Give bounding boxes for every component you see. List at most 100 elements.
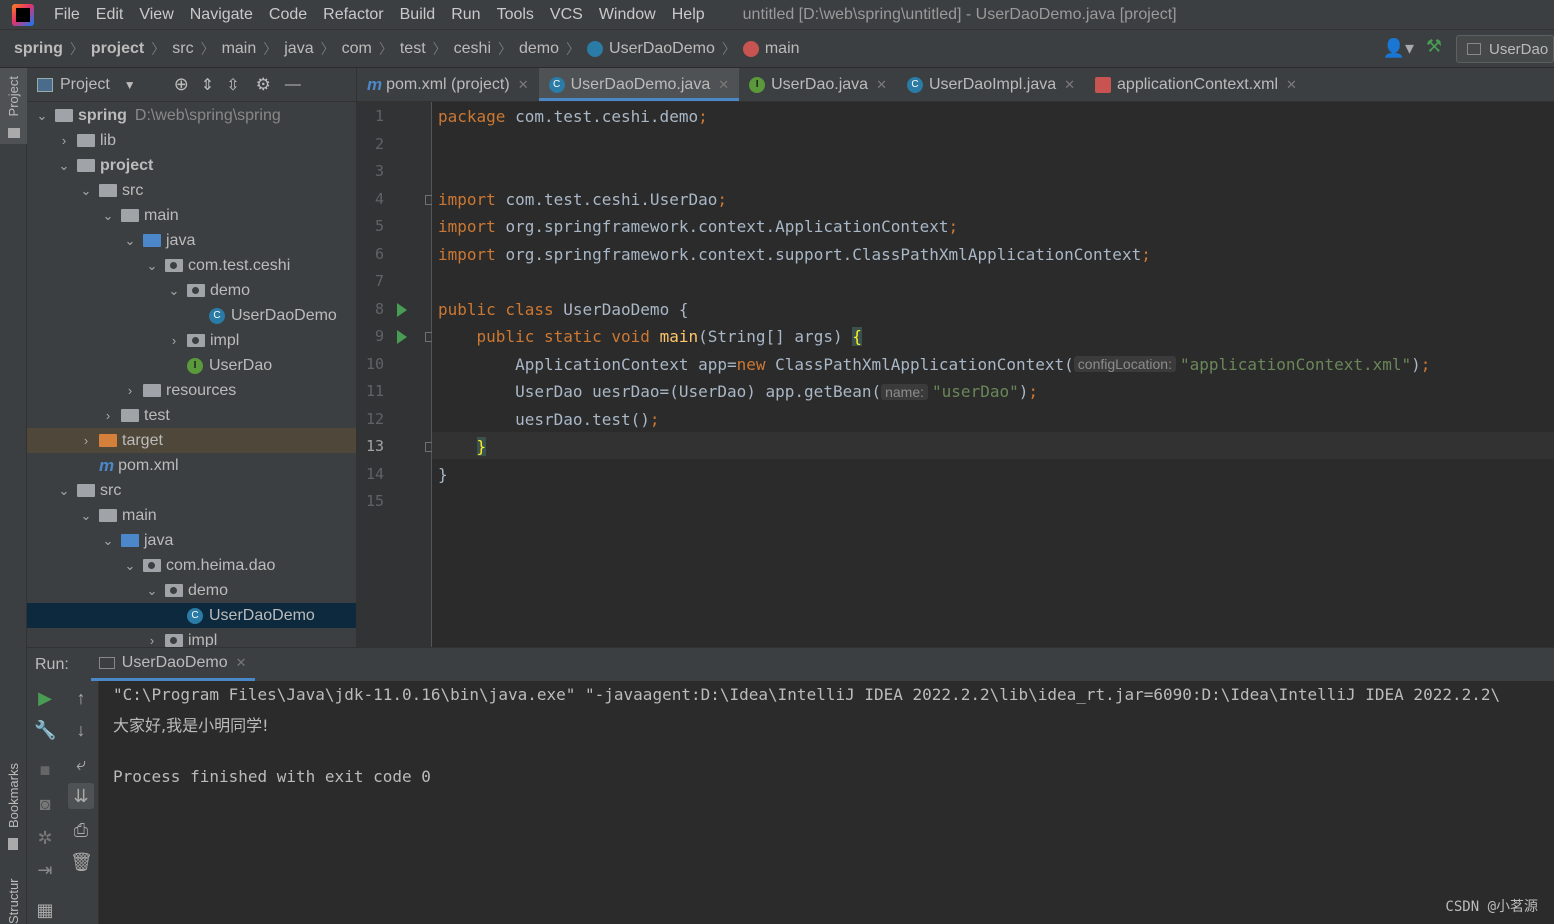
tree-item[interactable]: › target [27, 428, 356, 453]
tree-item[interactable]: I UserDao [27, 353, 356, 378]
chevron-down-icon[interactable]: ⌄ [123, 233, 137, 249]
chevron-down-icon[interactable]: ⌄ [35, 108, 49, 124]
chevron-down-icon[interactable]: ⌄ [123, 558, 137, 574]
menu-vcs[interactable]: VCS [550, 6, 583, 24]
breadcrumb-item[interactable]: src [172, 40, 193, 58]
breadcrumb-item[interactable]: UserDaoDemo [587, 40, 715, 58]
tree-item[interactable]: ⌄ main [27, 203, 356, 228]
tree-item[interactable]: › resources [27, 378, 356, 403]
structure-tool-button[interactable]: Structure [6, 878, 21, 924]
tree-item[interactable]: ⌄ java [27, 528, 356, 553]
tree-item[interactable]: ⌄ com.heima.dao [27, 553, 356, 578]
chevron-down-icon[interactable]: ⌄ [101, 533, 115, 549]
print-icon[interactable]: ⎙ [70, 819, 92, 841]
menu-tools[interactable]: Tools [497, 6, 534, 24]
chevron-right-icon[interactable]: › [79, 433, 93, 448]
breadcrumb-item[interactable]: main [742, 40, 800, 58]
layout-icon[interactable]: ▦ [34, 899, 56, 921]
project-view-select[interactable]: Project [60, 76, 110, 94]
run-gutter-icon[interactable] [397, 302, 407, 317]
console-output[interactable]: "C:\Program Files\Java\jdk-11.0.16\bin\j… [99, 681, 1554, 924]
breadcrumb-item[interactable]: spring [14, 40, 63, 58]
chevron-down-icon[interactable]: ▼ [124, 78, 136, 92]
rerun-icon[interactable]: ▶ [34, 687, 56, 709]
menu-window[interactable]: Window [599, 6, 656, 24]
camera-icon[interactable]: ◙ [34, 793, 56, 815]
tree-item[interactable]: › test [27, 403, 356, 428]
project-tool-button[interactable]: Project [6, 76, 21, 116]
breadcrumb-item[interactable]: project [91, 40, 144, 58]
editor-tab[interactable]: C UserDaoImpl.java ✕ [897, 68, 1085, 101]
settings-icon[interactable]: ✲ [34, 827, 56, 849]
soft-wrap-icon[interactable]: ⤶ [70, 753, 92, 775]
close-icon[interactable]: ✕ [518, 77, 529, 93]
locate-icon[interactable]: ⊕ [174, 74, 189, 95]
chevron-down-icon[interactable]: ⌄ [145, 583, 159, 599]
menu-code[interactable]: Code [269, 6, 307, 24]
breadcrumb-item[interactable]: test [400, 40, 426, 58]
close-icon[interactable]: ✕ [1064, 77, 1075, 93]
chevron-right-icon[interactable]: › [145, 633, 159, 648]
run-tab[interactable]: UserDaoDemo ✕ [90, 648, 255, 681]
close-icon[interactable]: ✕ [1286, 77, 1297, 93]
chevron-down-icon[interactable]: ⌄ [79, 508, 93, 524]
trash-icon[interactable]: 🗑 [70, 851, 93, 873]
chevron-down-icon[interactable]: ⌄ [57, 158, 71, 174]
breadcrumb-item[interactable]: demo [519, 40, 559, 58]
menu-refactor[interactable]: Refactor [323, 6, 383, 24]
tree-item[interactable]: ⌄ java [27, 228, 356, 253]
editor-tab[interactable]: applicationContext.xml ✕ [1085, 68, 1307, 101]
tree-item[interactable]: m pom.xml [27, 453, 356, 478]
tree-item[interactable]: ⌄ com.test.ceshi [27, 253, 356, 278]
chevron-right-icon[interactable]: › [57, 133, 71, 148]
breadcrumb-item[interactable]: com [342, 40, 372, 58]
arrow-down-icon[interactable]: ↓ [70, 719, 92, 741]
bookmarks-tool-button[interactable]: Bookmarks [6, 763, 21, 828]
chevron-down-icon[interactable]: ⌄ [101, 208, 115, 224]
chevron-right-icon[interactable]: › [167, 333, 181, 348]
menu-navigate[interactable]: Navigate [190, 6, 253, 24]
menu-run[interactable]: Run [451, 6, 480, 24]
arrow-up-icon[interactable]: ↑ [70, 687, 92, 709]
run-configuration-select[interactable]: UserDao [1456, 35, 1554, 63]
chevron-down-icon[interactable]: ⌄ [145, 258, 159, 274]
editor-tab[interactable]: C UserDaoDemo.java ✕ [538, 68, 740, 101]
tree-item[interactable]: ⌄ demo [27, 278, 356, 303]
editor-tab[interactable]: m pom.xml (project) ✕ [357, 68, 539, 101]
menu-view[interactable]: View [139, 6, 173, 24]
chevron-right-icon[interactable]: › [101, 408, 115, 423]
breadcrumb-item[interactable]: ceshi [454, 40, 491, 58]
close-icon[interactable]: ✕ [718, 77, 729, 93]
run-gutter-icon[interactable] [397, 330, 407, 344]
tree-item[interactable]: C UserDaoDemo [27, 303, 356, 328]
tree-item[interactable]: › lib [27, 128, 356, 153]
tree-item[interactable]: C UserDaoDemo [27, 603, 356, 628]
collapse-all-icon[interactable]: ⇳ [226, 75, 239, 95]
gear-icon[interactable]: ⚙ [256, 75, 271, 95]
menu-file[interactable]: File [54, 6, 80, 24]
tree-item[interactable]: ⌄ spring D:\web\spring\spring [27, 103, 356, 128]
scroll-to-end-icon[interactable]: ⇊ [68, 783, 94, 809]
chevron-down-icon[interactable]: ⌄ [167, 283, 181, 299]
wrench-icon[interactable]: 🔧 [34, 719, 56, 741]
expand-all-icon[interactable]: ⇕ [201, 75, 214, 95]
tree-item[interactable]: ⌄ demo [27, 578, 356, 603]
breadcrumb-item[interactable]: main [222, 40, 257, 58]
close-icon[interactable]: ✕ [236, 655, 247, 671]
tree-item[interactable]: ⌄ src [27, 178, 356, 203]
breadcrumb-item[interactable]: java [284, 40, 313, 58]
tree-item[interactable]: ⌄ project [27, 153, 356, 178]
exit-icon[interactable]: ⇥ [34, 859, 56, 881]
tree-item[interactable]: ⌄ main [27, 503, 356, 528]
menu-edit[interactable]: Edit [96, 6, 124, 24]
menu-build[interactable]: Build [400, 6, 436, 24]
menu-help[interactable]: Help [672, 6, 705, 24]
stop-icon[interactable]: ■ [34, 759, 56, 781]
chevron-down-icon[interactable]: ⌄ [79, 183, 93, 199]
build-hammer-icon[interactable]: ⚒ [1426, 36, 1442, 57]
tree-item[interactable]: ⌄ src [27, 478, 356, 503]
chevron-right-icon[interactable]: › [123, 383, 137, 398]
hide-icon[interactable]: — [285, 76, 301, 94]
close-icon[interactable]: ✕ [876, 77, 887, 93]
user-icon[interactable]: 👤▾ [1383, 38, 1414, 59]
